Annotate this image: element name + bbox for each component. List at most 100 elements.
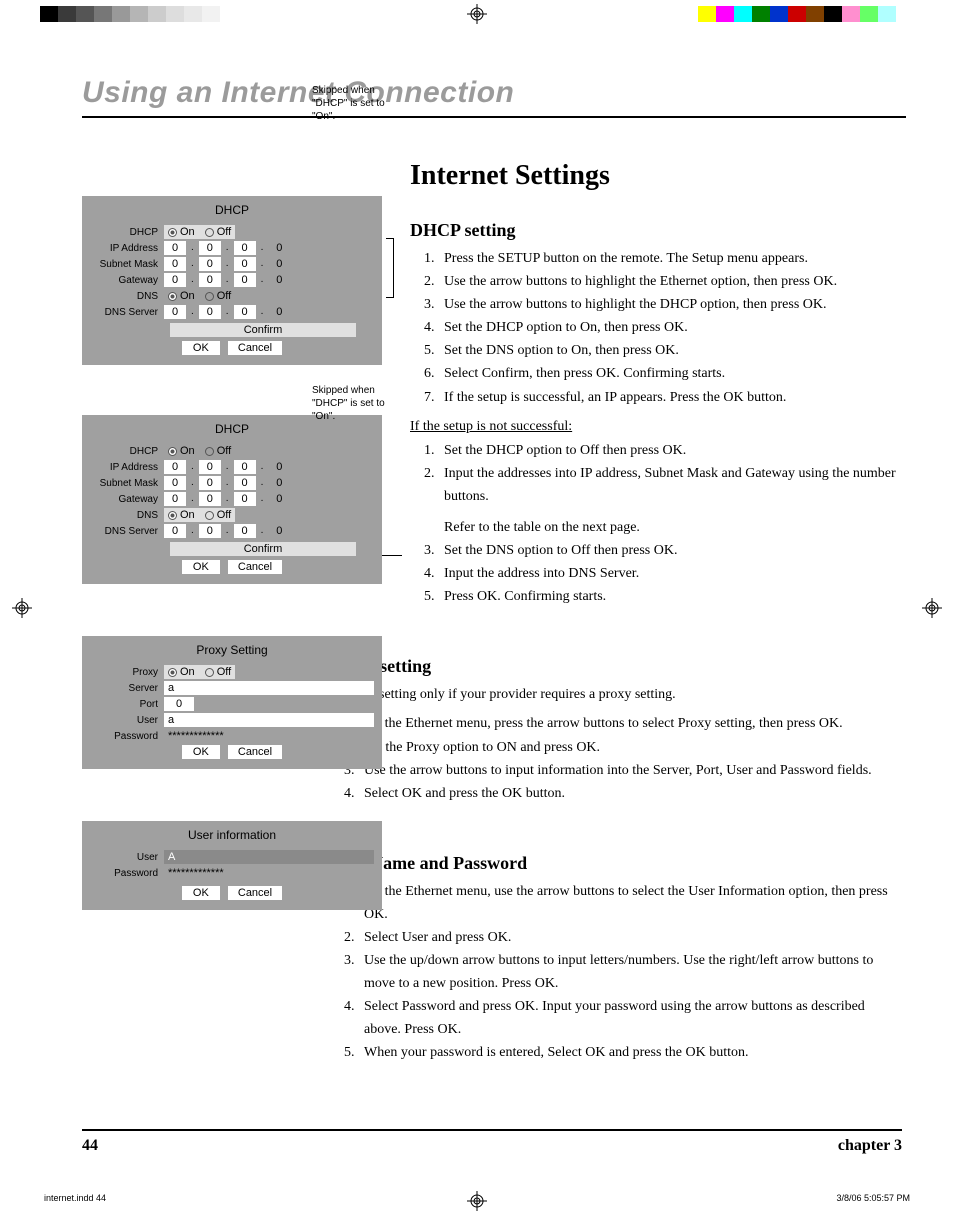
radio-icon — [168, 668, 177, 677]
step: On the Ethernet menu, press the arrow bu… — [358, 712, 896, 735]
color-bar-left — [40, 6, 256, 22]
userinfo-panel: User information UserA Password*********… — [82, 821, 382, 910]
dhcp-panel-top: DHCP DHCP On Off IP Address0.0.0.0 Subne… — [82, 196, 382, 365]
step: Use the up/down arrow buttons to input l… — [358, 949, 896, 995]
dns-radio-row[interactable]: DNS On Off — [90, 289, 374, 303]
ok-button[interactable]: OK — [182, 560, 220, 574]
swatch — [878, 6, 896, 22]
swatch — [806, 6, 824, 22]
confirm-button[interactable]: Confirm — [170, 323, 356, 337]
radio-on[interactable]: On — [168, 290, 195, 302]
ok-button[interactable]: OK — [182, 745, 220, 759]
print-slug: internet.indd 44 3/8/06 5:05:57 PM — [44, 1193, 910, 1203]
server-row[interactable]: Servera — [90, 681, 374, 695]
proxy-steps: On the Ethernet menu, press the arrow bu… — [330, 712, 896, 804]
user-row[interactable]: UserA — [90, 850, 374, 864]
dns-server-row[interactable]: DNS Server0.0.0.0 — [90, 305, 374, 319]
swatch — [698, 6, 716, 22]
dhcp-panel-bottom: DHCP DHCP On Off IP Address0.0.0.0 Subne… — [82, 415, 382, 584]
ok-button[interactable]: OK — [182, 341, 220, 355]
swatch — [184, 6, 202, 22]
dhcp-unsuccessful-steps: Set the DHCP option to Off then press OK… — [410, 439, 896, 609]
chapter-label: chapter 3 — [838, 1137, 902, 1155]
step: Set the Proxy option to ON and press OK. — [358, 736, 896, 759]
gateway-row[interactable]: Gateway0.0.0.0 — [90, 273, 374, 287]
step: Input the addresses into IP address, Sub… — [438, 462, 896, 539]
cancel-button[interactable]: Cancel — [228, 560, 282, 574]
port-row[interactable]: Port0 — [90, 697, 374, 711]
user-steps: On the Ethernet menu, use the arrow butt… — [330, 880, 896, 1065]
radio-on[interactable]: On — [168, 666, 195, 678]
step: Select Password and press OK. Input your… — [358, 995, 896, 1041]
radio-off[interactable]: Off — [205, 290, 231, 302]
radio-icon — [205, 511, 214, 520]
gateway-row[interactable]: Gateway0.0.0.0 — [90, 492, 374, 506]
radio-icon — [168, 447, 177, 456]
dns-server-row[interactable]: DNS Server0.0.0.0 — [90, 524, 374, 538]
radio-on[interactable]: On — [168, 226, 195, 238]
radio-off[interactable]: Off — [205, 445, 231, 457]
radio-on[interactable]: On — [168, 509, 195, 521]
swatch — [202, 6, 220, 22]
radio-off[interactable]: Off — [205, 226, 231, 238]
step: Select Confirm, then press OK. Confirmin… — [438, 362, 896, 385]
swatch — [148, 6, 166, 22]
dhcp-heading: DHCP setting — [410, 220, 896, 241]
swatch — [166, 6, 184, 22]
step: Select User and press OK. — [358, 926, 896, 949]
radio-off[interactable]: Off — [205, 666, 231, 678]
dhcp-radio-row[interactable]: DHCP On Off — [90, 225, 374, 239]
swatch — [716, 6, 734, 22]
step: Set the DNS option to On, then press OK. — [438, 339, 896, 362]
page-footer: 44 chapter 3 — [82, 1129, 902, 1155]
password-row[interactable]: Password************* — [90, 866, 374, 880]
swatch — [58, 6, 76, 22]
ip-row[interactable]: IP Address0.0.0.0 — [90, 241, 374, 255]
ip-row[interactable]: IP Address0.0.0.0 — [90, 460, 374, 474]
swatch — [752, 6, 770, 22]
password-row[interactable]: Password************* — [90, 729, 374, 743]
step: Use the arrow buttons to highlight the E… — [438, 270, 896, 293]
radio-off[interactable]: Off — [205, 509, 231, 521]
step: When your password is entered, Select OK… — [358, 1041, 896, 1064]
radio-on[interactable]: On — [168, 445, 195, 457]
radio-icon — [205, 668, 214, 677]
swatch — [76, 6, 94, 22]
slug-filename: internet.indd 44 — [44, 1193, 106, 1203]
cancel-button[interactable]: Cancel — [228, 341, 282, 355]
callout-text: Skipped when "DHCP" is set to "On". — [312, 84, 392, 123]
swatch — [40, 6, 58, 22]
radio-icon — [205, 447, 214, 456]
ok-button[interactable]: OK — [182, 886, 220, 900]
subnet-row[interactable]: Subnet Mask0.0.0.0 — [90, 476, 374, 490]
step: Use the arrow buttons to highlight the D… — [438, 293, 896, 316]
proxy-heading: Proxy setting — [330, 656, 896, 677]
registration-mark-icon — [12, 598, 32, 618]
dhcp-radio-row[interactable]: DHCP On Off — [90, 444, 374, 458]
radio-icon — [168, 228, 177, 237]
proxy-intro: Use this setting only if your provider r… — [330, 683, 896, 706]
callout-line — [382, 555, 402, 556]
dns-radio-row[interactable]: DNS On Off — [90, 508, 374, 522]
step: Set the DNS option to Off then press OK. — [438, 539, 896, 562]
cancel-button[interactable]: Cancel — [228, 745, 282, 759]
swatch — [860, 6, 878, 22]
slug-timestamp: 3/8/06 5:05:57 PM — [836, 1193, 910, 1203]
cancel-button[interactable]: Cancel — [228, 886, 282, 900]
swatch — [220, 6, 238, 22]
color-bar-right — [698, 6, 914, 22]
step: Set the DHCP option to Off then press OK… — [438, 439, 896, 462]
user-row[interactable]: Usera — [90, 713, 374, 727]
unsuccessful-label: If the setup is not successful: — [410, 419, 896, 435]
confirm-button[interactable]: Confirm — [170, 542, 356, 556]
step: Set the DHCP option to On, then press OK… — [438, 316, 896, 339]
swatch — [788, 6, 806, 22]
swatch — [842, 6, 860, 22]
dhcp-steps: Press the SETUP button on the remote. Th… — [410, 247, 896, 409]
callout-text: Skipped when "DHCP" is set to "On". — [312, 384, 392, 423]
subnet-row[interactable]: Subnet Mask0.0.0.0 — [90, 257, 374, 271]
user-heading: User Name and Password — [330, 853, 896, 874]
proxy-radio-row[interactable]: Proxy On Off — [90, 665, 374, 679]
step: Select OK and press the OK button. — [358, 782, 896, 805]
callout-bracket — [386, 238, 394, 298]
